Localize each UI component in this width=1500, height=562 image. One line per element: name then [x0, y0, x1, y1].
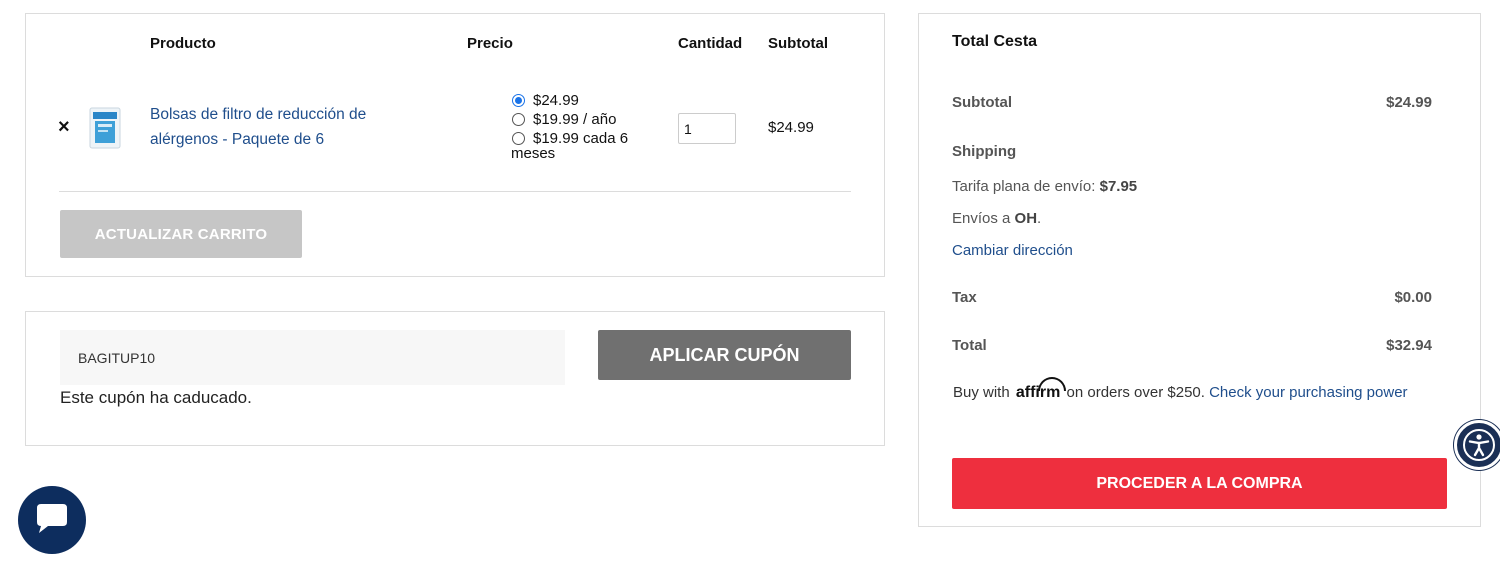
update-cart-button[interactable]: ACTUALIZAR CARRITO — [60, 210, 302, 258]
affirm-prefix: Buy with — [953, 384, 1010, 401]
affirm-purchasing-power-link[interactable]: Check your purchasing power — [1209, 384, 1407, 401]
tax-label: Tax — [952, 289, 977, 306]
cart-totals: Total Cesta Subtotal $24.99 Shipping Tar… — [918, 13, 1481, 527]
price-options: $24.99 $19.99 / año $19.99 cada 6 meses — [511, 91, 661, 161]
price-option-yearly[interactable]: $19.99 / año — [511, 110, 661, 129]
header-quantity: Cantidad — [678, 35, 743, 52]
shipping-label: Shipping — [952, 143, 1017, 160]
product-name-link[interactable]: Bolsas de filtro de reducción de alérgen… — [150, 102, 410, 152]
subtotal-value: $24.99 — [1386, 94, 1432, 111]
quantity-input[interactable] — [678, 113, 736, 144]
product-name-line1: Bolsas de filtro de reducción de — [150, 106, 367, 123]
total-label: Total — [952, 337, 987, 354]
shipping-rate: Tarifa plana de envío: $7.95 — [952, 178, 1137, 195]
subtotal-label: Subtotal — [952, 94, 1012, 111]
header-product: Producto — [150, 35, 216, 52]
price-option-label: $19.99 / año — [533, 111, 617, 128]
coupon-panel: APLICAR CUPÓN Este cupón ha caducado. — [25, 311, 885, 446]
shipping-rate-value: $7.95 — [1099, 178, 1138, 195]
tax-value: $0.00 — [1394, 289, 1432, 306]
ships-to: Envíos a OH. — [952, 210, 1041, 227]
header-subtotal: Subtotal — [768, 35, 828, 52]
accessibility-glyph — [1463, 429, 1495, 461]
price-option-one-time[interactable]: $24.99 — [511, 91, 661, 110]
apply-coupon-button[interactable]: APLICAR CUPÓN — [598, 330, 851, 380]
radio-6-months[interactable] — [512, 132, 525, 145]
row-subtotal: $24.99 — [768, 119, 814, 136]
coupon-code-input[interactable] — [60, 330, 565, 385]
remove-item-icon[interactable]: × — [58, 117, 70, 137]
row-divider — [59, 191, 851, 192]
ships-to-text: Envíos a — [952, 210, 1015, 227]
affirm-suffix: on orders over $250. — [1066, 384, 1205, 401]
chat-icon[interactable] — [18, 486, 86, 554]
change-address-link[interactable]: Cambiar dirección — [952, 242, 1073, 259]
shipping-rate-text: Tarifa plana de envío: — [952, 178, 1100, 195]
radio-one-time[interactable] — [512, 94, 525, 107]
ships-to-state: OH — [1014, 210, 1038, 227]
totals-title: Total Cesta — [952, 33, 1038, 50]
price-option-label: $24.99 — [533, 92, 579, 109]
header-price: Precio — [467, 35, 513, 52]
radio-yearly[interactable] — [512, 113, 525, 126]
proceed-to-checkout-button[interactable]: PROCEDER A LA COMPRA — [952, 458, 1447, 509]
coupon-error-message: Este cupón ha caducado. — [60, 388, 252, 407]
affirm-arc-icon — [1037, 377, 1066, 391]
cart-table: Producto Precio Cantidad Subtotal × Bols… — [25, 13, 885, 277]
affirm-promo: Buy with affirm on orders over $250. Che… — [953, 377, 1408, 402]
total-value: $32.94 — [1386, 337, 1432, 354]
accessibility-icon[interactable] — [1454, 420, 1500, 470]
product-thumbnail[interactable] — [89, 106, 121, 150]
ships-to-suffix: . — [1037, 210, 1042, 227]
chat-bubble-glyph — [37, 504, 67, 533]
product-name-line2: alérgenos - Paquete de 6 — [150, 131, 325, 148]
price-option-label-cont: meses — [511, 145, 556, 162]
affirm-logo: affirm — [1016, 377, 1066, 402]
